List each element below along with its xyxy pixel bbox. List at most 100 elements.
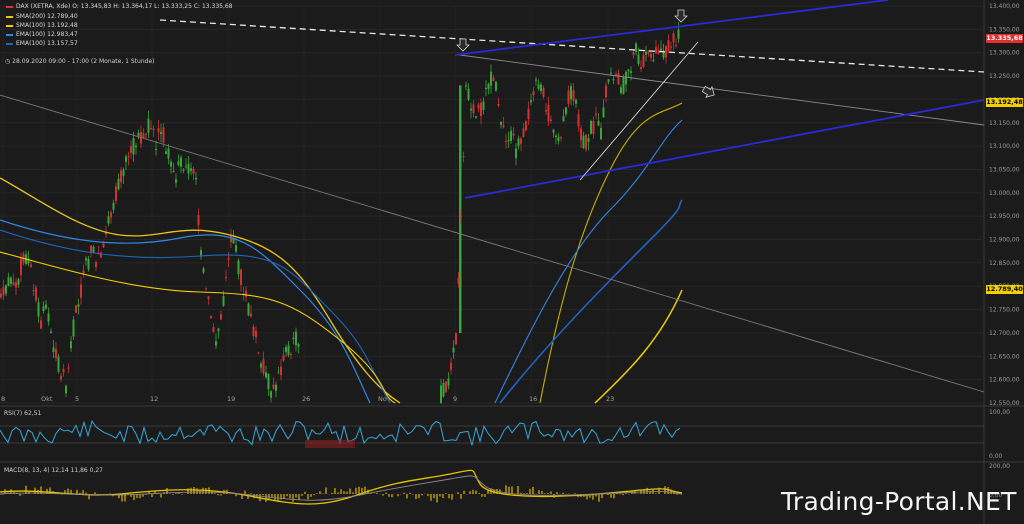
y-tick-label: 12.700,00 bbox=[989, 330, 1020, 337]
candle bbox=[547, 104, 550, 122]
candle bbox=[220, 314, 222, 320]
y-tick-label: 13.100,00 bbox=[989, 143, 1020, 150]
candle bbox=[162, 127, 165, 143]
candle bbox=[530, 100, 532, 103]
candle bbox=[557, 137, 560, 141]
candle bbox=[560, 137, 562, 139]
candle bbox=[52, 347, 55, 352]
candle bbox=[210, 316, 212, 319]
candle bbox=[112, 202, 115, 210]
candle bbox=[20, 258, 22, 276]
y-tick-label: 12.900,00 bbox=[989, 237, 1020, 244]
candle bbox=[270, 391, 272, 398]
candle bbox=[497, 103, 500, 106]
candle bbox=[142, 133, 145, 138]
candle bbox=[177, 161, 180, 166]
candle bbox=[135, 145, 137, 148]
candle bbox=[70, 341, 72, 349]
candle bbox=[250, 313, 252, 317]
y-tick-label: 13.150,00 bbox=[989, 120, 1020, 127]
candle bbox=[40, 320, 42, 329]
sma100-legend: SMA(100) 13.192,48 bbox=[6, 22, 78, 29]
candle bbox=[255, 330, 257, 338]
sma200-swatch bbox=[6, 15, 13, 18]
candle bbox=[587, 138, 590, 142]
candle bbox=[567, 90, 570, 104]
candle bbox=[182, 169, 185, 171]
x-tick-label: 8 bbox=[1, 395, 5, 403]
candle bbox=[0, 293, 2, 298]
candle bbox=[72, 319, 75, 337]
x-tick-label: 23 bbox=[606, 395, 614, 403]
candle bbox=[62, 369, 65, 373]
candle bbox=[277, 372, 280, 374]
candle bbox=[590, 121, 592, 134]
y-tick-label: 12.600,00 bbox=[989, 377, 1020, 384]
candle bbox=[475, 116, 477, 118]
candle bbox=[447, 378, 450, 386]
candle bbox=[285, 347, 287, 353]
candle bbox=[15, 282, 17, 288]
candle bbox=[297, 343, 300, 347]
candle bbox=[605, 85, 607, 98]
candle bbox=[620, 87, 622, 93]
candle bbox=[150, 128, 152, 130]
candle bbox=[55, 348, 57, 358]
candle bbox=[535, 79, 537, 81]
candle bbox=[537, 84, 540, 89]
candle bbox=[637, 54, 640, 64]
candle bbox=[470, 108, 472, 111]
candle bbox=[222, 295, 225, 306]
candle bbox=[225, 276, 227, 279]
rsi-label: RSI(7) 62,51 bbox=[4, 410, 42, 417]
sma100-price-tag: 13.192,48 bbox=[986, 98, 1023, 107]
candle bbox=[280, 366, 282, 376]
candle bbox=[625, 71, 627, 85]
candle bbox=[265, 372, 267, 378]
candle bbox=[65, 385, 67, 394]
candle bbox=[147, 118, 150, 133]
candle bbox=[197, 215, 200, 226]
candle bbox=[125, 156, 127, 162]
candle bbox=[122, 169, 125, 176]
y-tick-label: 13.050,00 bbox=[989, 166, 1020, 173]
candle bbox=[95, 262, 97, 268]
candle bbox=[527, 108, 530, 120]
candle bbox=[260, 363, 262, 368]
x-tick-label: 26 bbox=[302, 395, 310, 403]
candle bbox=[117, 178, 120, 190]
candle bbox=[145, 133, 147, 135]
candle bbox=[77, 304, 80, 307]
candle bbox=[480, 102, 482, 116]
candle bbox=[192, 168, 195, 174]
candle bbox=[115, 186, 117, 201]
candle bbox=[665, 46, 667, 58]
candle bbox=[5, 285, 7, 294]
candle bbox=[580, 128, 582, 141]
candle bbox=[455, 333, 457, 345]
y-tick-label: 13.300,00 bbox=[989, 50, 1020, 57]
candle bbox=[180, 157, 182, 167]
candle bbox=[7, 277, 10, 287]
candle bbox=[672, 33, 675, 43]
candle bbox=[290, 354, 292, 356]
candle bbox=[75, 305, 77, 313]
y-tick-label: 13.400,00 bbox=[989, 3, 1020, 10]
candle bbox=[237, 260, 240, 275]
candle bbox=[450, 362, 452, 371]
indicator-tick-label: 0,00 bbox=[989, 453, 1003, 460]
candle bbox=[67, 367, 70, 369]
candle bbox=[645, 51, 647, 55]
candle bbox=[572, 90, 575, 101]
candle bbox=[520, 138, 522, 144]
candle bbox=[82, 270, 85, 274]
sma200-legend: SMA(200) 12.789,40 bbox=[6, 13, 78, 20]
ema100b-swatch bbox=[6, 42, 13, 45]
candle bbox=[602, 107, 605, 118]
candle bbox=[100, 252, 102, 258]
candle bbox=[565, 107, 567, 115]
candle bbox=[442, 382, 445, 397]
candle bbox=[667, 40, 670, 52]
candle bbox=[635, 43, 637, 52]
y-tick-label: 12.950,00 bbox=[989, 213, 1020, 220]
